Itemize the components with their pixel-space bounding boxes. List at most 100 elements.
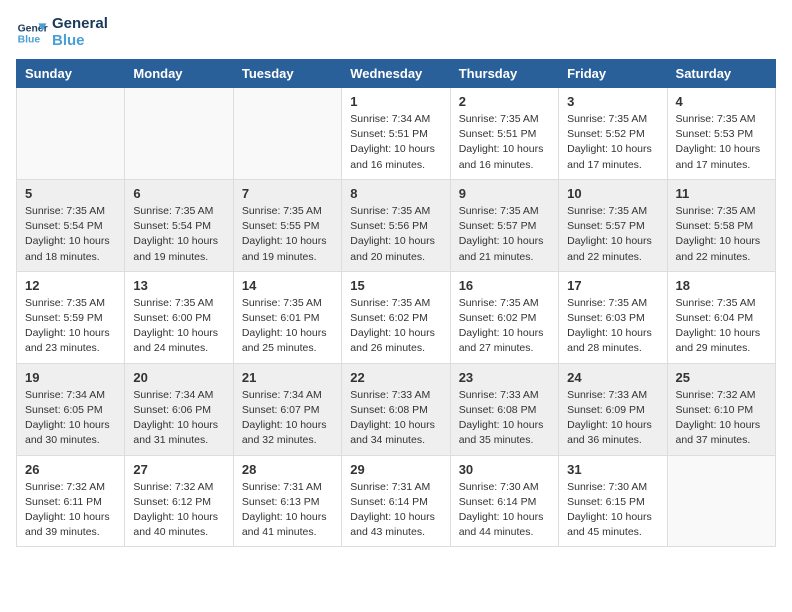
calendar-cell: 25Sunrise: 7:32 AMSunset: 6:10 PMDayligh…: [667, 363, 775, 455]
weekday-header-tuesday: Tuesday: [233, 60, 341, 88]
calendar-cell: 13Sunrise: 7:35 AMSunset: 6:00 PMDayligh…: [125, 271, 233, 363]
calendar-cell: 6 Sunrise: 7:35 AMSunset: 5:54 PMDaylight…: [125, 179, 233, 271]
calendar-cell: 11 Sunrise: 7:35 AMSunset: 5:58 PMDayligh…: [667, 179, 775, 271]
day-content: Sunrise: 7:35 AMSunset: 5:57 PMDaylight:…: [567, 204, 658, 265]
day-number: 13: [133, 278, 224, 293]
calendar-cell: 2 Sunrise: 7:35 AMSunset: 5:51 PMDaylight…: [450, 88, 558, 180]
day-number: 29: [350, 462, 441, 477]
calendar-cell: 15 Sunrise: 7:35 AMSunset: 6:02 PMDayligh…: [342, 271, 450, 363]
day-number: 18: [676, 278, 767, 293]
calendar-cell: 7 Sunrise: 7:35 AMSunset: 5:55 PMDaylight…: [233, 179, 341, 271]
calendar-cell: 20 Sunrise: 7:34 AMSunset: 6:06 PMDayligh…: [125, 363, 233, 455]
calendar-cell: 9 Sunrise: 7:35 AMSunset: 5:57 PMDaylight…: [450, 179, 558, 271]
svg-text:Blue: Blue: [18, 34, 41, 45]
day-number: 11: [676, 186, 767, 201]
day-content: Sunrise: 7:35 AMSunset: 5:54 PMDaylight:…: [25, 204, 116, 265]
calendar-week-row: 5 Sunrise: 7:35 AMSunset: 5:54 PMDaylight…: [17, 179, 776, 271]
calendar-cell: 24Sunrise: 7:33 AMSunset: 6:09 PMDayligh…: [559, 363, 667, 455]
calendar-cell: 1 Sunrise: 7:34 AMSunset: 5:51 PMDaylight…: [342, 88, 450, 180]
logo-icon: General Blue: [16, 17, 48, 49]
day-content: Sunrise: 7:35 AMSunset: 5:53 PMDaylight:…: [676, 112, 767, 173]
day-number: 6: [133, 186, 224, 201]
day-content: Sunrise: 7:35 AMSunset: 6:01 PMDaylight:…: [242, 296, 333, 357]
day-number: 14: [242, 278, 333, 293]
day-number: 17: [567, 278, 658, 293]
calendar-table: SundayMondayTuesdayWednesdayThursdayFrid…: [16, 59, 776, 547]
calendar-week-row: 1 Sunrise: 7:34 AMSunset: 5:51 PMDaylight…: [17, 88, 776, 180]
calendar-cell: 31Sunrise: 7:30 AMSunset: 6:15 PMDayligh…: [559, 455, 667, 547]
day-content: Sunrise: 7:35 AMSunset: 5:52 PMDaylight:…: [567, 112, 658, 173]
day-content: Sunrise: 7:34 AMSunset: 6:06 PMDaylight:…: [133, 388, 224, 449]
day-content: Sunrise: 7:35 AMSunset: 5:51 PMDaylight:…: [459, 112, 550, 173]
day-number: 30: [459, 462, 550, 477]
calendar-cell: 16 Sunrise: 7:35 AMSunset: 6:02 PMDayligh…: [450, 271, 558, 363]
day-content: Sunrise: 7:35 AMSunset: 6:02 PMDaylight:…: [350, 296, 441, 357]
calendar-cell: [667, 455, 775, 547]
day-content: Sunrise: 7:35 AMSunset: 5:56 PMDaylight:…: [350, 204, 441, 265]
weekday-header-friday: Friday: [559, 60, 667, 88]
calendar-cell: 23Sunrise: 7:33 AMSunset: 6:08 PMDayligh…: [450, 363, 558, 455]
day-number: 8: [350, 186, 441, 201]
calendar-cell: 14 Sunrise: 7:35 AMSunset: 6:01 PMDayligh…: [233, 271, 341, 363]
day-number: 25: [676, 370, 767, 385]
day-content: Sunrise: 7:34 AMSunset: 6:05 PMDaylight:…: [25, 388, 116, 449]
day-content: Sunrise: 7:33 AMSunset: 6:08 PMDaylight:…: [459, 388, 550, 449]
weekday-header-monday: Monday: [125, 60, 233, 88]
day-number: 31: [567, 462, 658, 477]
day-content: Sunrise: 7:30 AMSunset: 6:14 PMDaylight:…: [459, 480, 550, 541]
day-number: 9: [459, 186, 550, 201]
weekday-header-sunday: Sunday: [17, 60, 125, 88]
calendar-cell: 4 Sunrise: 7:35 AMSunset: 5:53 PMDaylight…: [667, 88, 775, 180]
calendar-cell: 5 Sunrise: 7:35 AMSunset: 5:54 PMDaylight…: [17, 179, 125, 271]
weekday-header-saturday: Saturday: [667, 60, 775, 88]
day-content: Sunrise: 7:33 AMSunset: 6:09 PMDaylight:…: [567, 388, 658, 449]
weekday-header-wednesday: Wednesday: [342, 60, 450, 88]
day-number: 3: [567, 94, 658, 109]
day-content: Sunrise: 7:35 AMSunset: 5:57 PMDaylight:…: [459, 204, 550, 265]
logo: General Blue General Blue: [16, 16, 108, 49]
day-content: Sunrise: 7:35 AMSunset: 6:02 PMDaylight:…: [459, 296, 550, 357]
day-number: 15: [350, 278, 441, 293]
day-content: Sunrise: 7:35 AMSunset: 5:58 PMDaylight:…: [676, 204, 767, 265]
day-number: 7: [242, 186, 333, 201]
calendar-week-row: 26Sunrise: 7:32 AMSunset: 6:11 PMDayligh…: [17, 455, 776, 547]
day-content: Sunrise: 7:35 AMSunset: 6:04 PMDaylight:…: [676, 296, 767, 357]
day-content: Sunrise: 7:33 AMSunset: 6:08 PMDaylight:…: [350, 388, 441, 449]
day-number: 10: [567, 186, 658, 201]
day-number: 19: [25, 370, 116, 385]
day-content: Sunrise: 7:35 AMSunset: 6:03 PMDaylight:…: [567, 296, 658, 357]
day-number: 5: [25, 186, 116, 201]
day-number: 20: [133, 370, 224, 385]
calendar-cell: [125, 88, 233, 180]
day-number: 27: [133, 462, 224, 477]
page-header: General Blue General Blue: [16, 16, 776, 49]
calendar-cell: 28Sunrise: 7:31 AMSunset: 6:13 PMDayligh…: [233, 455, 341, 547]
calendar-cell: 30 Sunrise: 7:30 AMSunset: 6:14 PMDayligh…: [450, 455, 558, 547]
day-number: 2: [459, 94, 550, 109]
calendar-cell: 10 Sunrise: 7:35 AMSunset: 5:57 PMDayligh…: [559, 179, 667, 271]
day-content: Sunrise: 7:34 AMSunset: 6:07 PMDaylight:…: [242, 388, 333, 449]
calendar-week-row: 19 Sunrise: 7:34 AMSunset: 6:05 PMDayligh…: [17, 363, 776, 455]
day-number: 1: [350, 94, 441, 109]
calendar-cell: 26Sunrise: 7:32 AMSunset: 6:11 PMDayligh…: [17, 455, 125, 547]
calendar-cell: 22 Sunrise: 7:33 AMSunset: 6:08 PMDayligh…: [342, 363, 450, 455]
calendar-cell: 21 Sunrise: 7:34 AMSunset: 6:07 PMDayligh…: [233, 363, 341, 455]
calendar-cell: [17, 88, 125, 180]
calendar-cell: 27Sunrise: 7:32 AMSunset: 6:12 PMDayligh…: [125, 455, 233, 547]
calendar-cell: 17 Sunrise: 7:35 AMSunset: 6:03 PMDayligh…: [559, 271, 667, 363]
calendar-cell: 19 Sunrise: 7:34 AMSunset: 6:05 PMDayligh…: [17, 363, 125, 455]
day-content: Sunrise: 7:32 AMSunset: 6:11 PMDaylight:…: [25, 480, 116, 541]
weekday-header-row: SundayMondayTuesdayWednesdayThursdayFrid…: [17, 60, 776, 88]
day-content: Sunrise: 7:35 AMSunset: 5:54 PMDaylight:…: [133, 204, 224, 265]
calendar-cell: 3 Sunrise: 7:35 AMSunset: 5:52 PMDaylight…: [559, 88, 667, 180]
day-number: 22: [350, 370, 441, 385]
day-number: 21: [242, 370, 333, 385]
day-number: 28: [242, 462, 333, 477]
day-number: 4: [676, 94, 767, 109]
day-number: 16: [459, 278, 550, 293]
day-content: Sunrise: 7:35 AMSunset: 5:59 PMDaylight:…: [25, 296, 116, 357]
calendar-cell: 8 Sunrise: 7:35 AMSunset: 5:56 PMDaylight…: [342, 179, 450, 271]
day-content: Sunrise: 7:35 AMSunset: 5:55 PMDaylight:…: [242, 204, 333, 265]
day-content: Sunrise: 7:34 AMSunset: 5:51 PMDaylight:…: [350, 112, 441, 173]
day-number: 12: [25, 278, 116, 293]
